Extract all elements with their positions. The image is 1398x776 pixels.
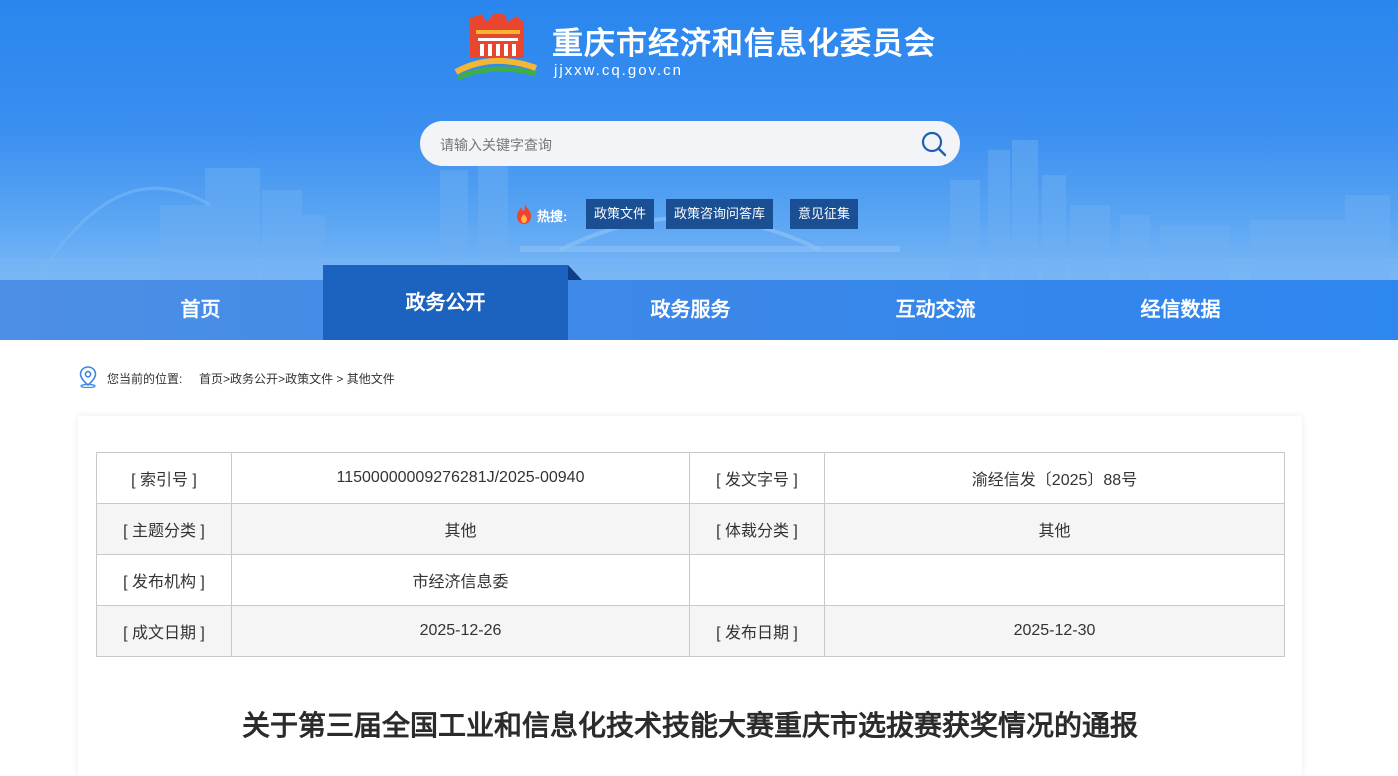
meta-value-issuing-agency: 市经济信息委 — [231, 554, 690, 606]
table-row: [ 发布机构 ] 市经济信息委 — [96, 554, 1285, 606]
active-tab-fold — [568, 265, 582, 280]
breadcrumb-policy-documents[interactable]: 政策文件 — [285, 372, 333, 386]
content-panel: [ 索引号 ] 11500000009276281J/2025-00940 [ … — [78, 416, 1302, 776]
nav-item-home[interactable]: 首页 — [78, 280, 323, 340]
meta-label-genre-category: [ 体裁分类 ] — [689, 503, 825, 555]
meta-value-topic-category: 其他 — [231, 503, 690, 555]
table-row: [ 成文日期 ] 2025-12-26 [ 发布日期 ] 2025-12-30 — [96, 605, 1285, 657]
location-pin-icon — [79, 366, 97, 388]
meta-value-index-number: 11500000009276281J/2025-00940 — [231, 452, 690, 504]
hot-tag-policy-qa[interactable]: 政策咨询问答库 — [666, 199, 774, 229]
hot-search-label: 热搜: — [537, 209, 568, 224]
meta-value-publish-date: 2025-12-30 — [824, 605, 1285, 657]
site-header: 重庆市经济和信息化委员会 jjxxw.cq.gov.cn 热搜: 政策文件 政策… — [0, 0, 1398, 280]
meta-empty-cell — [824, 554, 1285, 606]
breadcrumb-separator: > — [223, 372, 231, 386]
hot-tag-policy-documents[interactable]: 政策文件 — [586, 199, 655, 229]
meta-value-genre-category: 其他 — [824, 503, 1285, 555]
table-row: [ 主题分类 ] 其他 [ 体裁分类 ] 其他 — [96, 503, 1285, 555]
meta-empty-cell — [689, 554, 825, 606]
nav-item-government-affairs[interactable]: 政务公开 — [323, 265, 568, 340]
meta-label-written-date: [ 成文日期 ] — [96, 605, 232, 657]
building-emblem-icon — [454, 14, 538, 80]
breadcrumb-separator: > — [333, 372, 347, 386]
meta-label-document-number: [ 发文字号 ] — [689, 452, 825, 504]
meta-value-written-date: 2025-12-26 — [231, 605, 690, 657]
search-icon[interactable] — [920, 130, 948, 158]
document-title: 关于第三届全国工业和信息化技术技能大赛重庆市选拔赛获奖情况的通报 — [241, 710, 1138, 741]
breadcrumb-label: 您当前的位置: — [107, 372, 183, 386]
nav-item-services[interactable]: 政务服务 — [568, 280, 813, 340]
site-logo[interactable]: 重庆市经济和信息化委员会 jjxxw.cq.gov.cn — [452, 12, 952, 84]
nav-item-interaction[interactable]: 互动交流 — [813, 280, 1058, 340]
hot-tag-public-consultation[interactable]: 意见征集 — [790, 199, 859, 229]
site-domain: jjxxw.cq.gov.cn — [554, 62, 683, 79]
meta-label-publish-date: [ 发布日期 ] — [689, 605, 825, 657]
document-meta-table: [ 索引号 ] 11500000009276281J/2025-00940 [ … — [96, 452, 1285, 657]
main-nav: 首页 政务公开 政务服务 互动交流 经信数据 — [0, 265, 1398, 340]
meta-label-topic-category: [ 主题分类 ] — [96, 503, 232, 555]
nav-item-data[interactable]: 经信数据 — [1058, 280, 1303, 340]
search-input[interactable] — [438, 121, 912, 168]
meta-value-document-number: 渝经信发〔2025〕88号 — [824, 452, 1285, 504]
table-row: [ 索引号 ] 11500000009276281J/2025-00940 [ … — [96, 452, 1285, 504]
breadcrumb-government-affairs[interactable]: 政务公开 — [230, 372, 278, 386]
flame-icon — [517, 203, 531, 224]
meta-label-index-number: [ 索引号 ] — [96, 452, 232, 504]
meta-label-issuing-agency: [ 发布机构 ] — [96, 554, 232, 606]
breadcrumb-other-documents[interactable]: 其他文件 — [347, 372, 395, 386]
breadcrumb-links: 首页>政务公开>政策文件 > 其他文件 — [199, 370, 395, 387]
site-title: 重庆市经济和信息化委员会 — [552, 26, 936, 61]
breadcrumb-home[interactable]: 首页 — [199, 372, 223, 386]
search-bar — [420, 121, 960, 168]
breadcrumb-separator: > — [278, 372, 286, 386]
